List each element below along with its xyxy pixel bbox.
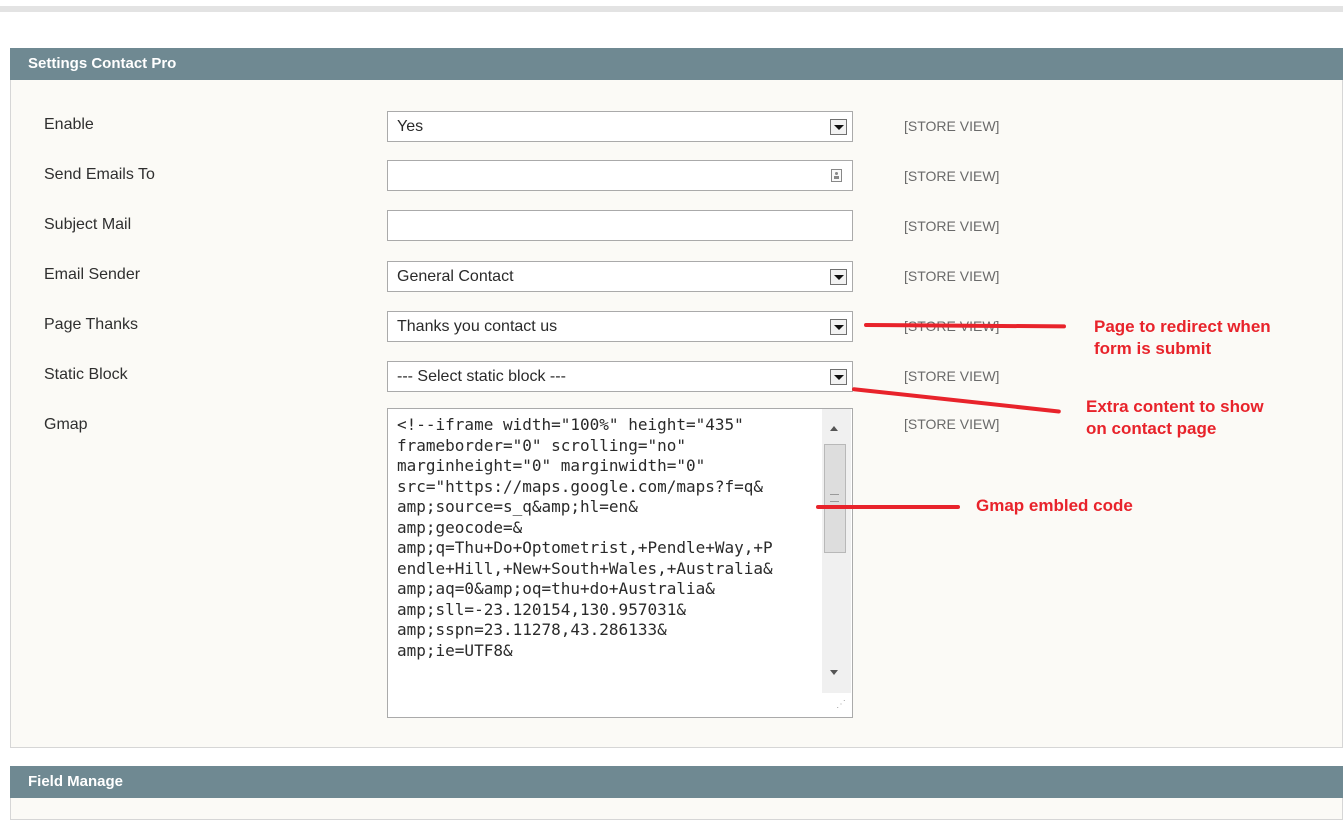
field-manage-fieldset bbox=[10, 798, 1343, 820]
enable-select[interactable]: Yes bbox=[387, 111, 853, 142]
gmap-textarea-value: <!--iframe width="100%" height="435" fra… bbox=[397, 415, 773, 660]
annotation-static-block: Extra content to show on contact page bbox=[1086, 397, 1264, 438]
scroll-down-arrow-icon[interactable] bbox=[830, 670, 838, 675]
page-thanks-select-value: Thanks you contact us bbox=[397, 318, 558, 335]
email-sender-select[interactable]: General Contact bbox=[387, 261, 853, 292]
static-block-select-value: --- Select static block --- bbox=[397, 368, 566, 385]
enable-select-value: Yes bbox=[397, 118, 424, 135]
scrollbar-grip-icon bbox=[830, 494, 839, 502]
page-thanks-select[interactable]: Thanks you contact us bbox=[387, 311, 853, 342]
static-block-select[interactable]: --- Select static block --- bbox=[387, 361, 853, 392]
send-emails-to-label: Send Emails To bbox=[44, 166, 155, 183]
page-thanks-label: Page Thanks bbox=[44, 316, 138, 333]
section-header-field-manage[interactable]: Field Manage bbox=[10, 766, 1343, 798]
send-emails-to-input[interactable] bbox=[387, 160, 853, 191]
chevron-down-icon[interactable] bbox=[830, 269, 847, 285]
chevron-down-icon[interactable] bbox=[830, 369, 847, 385]
section-header-settings-contact-pro[interactable]: Settings Contact Pro bbox=[10, 48, 1343, 80]
enable-label: Enable bbox=[44, 116, 94, 133]
gmap-textarea[interactable]: <!--iframe width="100%" height="435" fra… bbox=[387, 408, 853, 718]
email-sender-scope: [STORE VIEW] bbox=[904, 268, 1000, 284]
chevron-down-icon[interactable] bbox=[830, 119, 847, 135]
send-emails-to-scope: [STORE VIEW] bbox=[904, 168, 1000, 184]
section-title: Field Manage bbox=[28, 773, 124, 790]
contact-card-icon[interactable] bbox=[831, 169, 842, 182]
subject-mail-input[interactable] bbox=[387, 210, 853, 241]
top-divider bbox=[0, 6, 1343, 12]
section-title: Settings Contact Pro bbox=[28, 55, 177, 72]
static-block-label: Static Block bbox=[44, 366, 128, 383]
subject-mail-scope: [STORE VIEW] bbox=[904, 218, 1000, 234]
scroll-up-arrow-icon[interactable] bbox=[830, 426, 838, 431]
email-sender-label: Email Sender bbox=[44, 266, 141, 283]
subject-mail-label: Subject Mail bbox=[44, 216, 132, 233]
annotation-arrow-gmap bbox=[816, 505, 960, 509]
gmap-scope: [STORE VIEW] bbox=[904, 416, 1000, 432]
static-block-scope: [STORE VIEW] bbox=[904, 368, 1000, 384]
annotation-page-thanks: Page to redirect when form is submit bbox=[1094, 317, 1271, 358]
annotation-gmap: Gmap embled code bbox=[976, 496, 1133, 515]
chevron-down-icon[interactable] bbox=[830, 319, 847, 335]
gmap-label: Gmap bbox=[44, 416, 88, 433]
email-sender-select-value: General Contact bbox=[397, 268, 514, 285]
resize-grip-icon[interactable]: ⋰ bbox=[836, 700, 846, 710]
enable-scope: [STORE VIEW] bbox=[904, 118, 1000, 134]
